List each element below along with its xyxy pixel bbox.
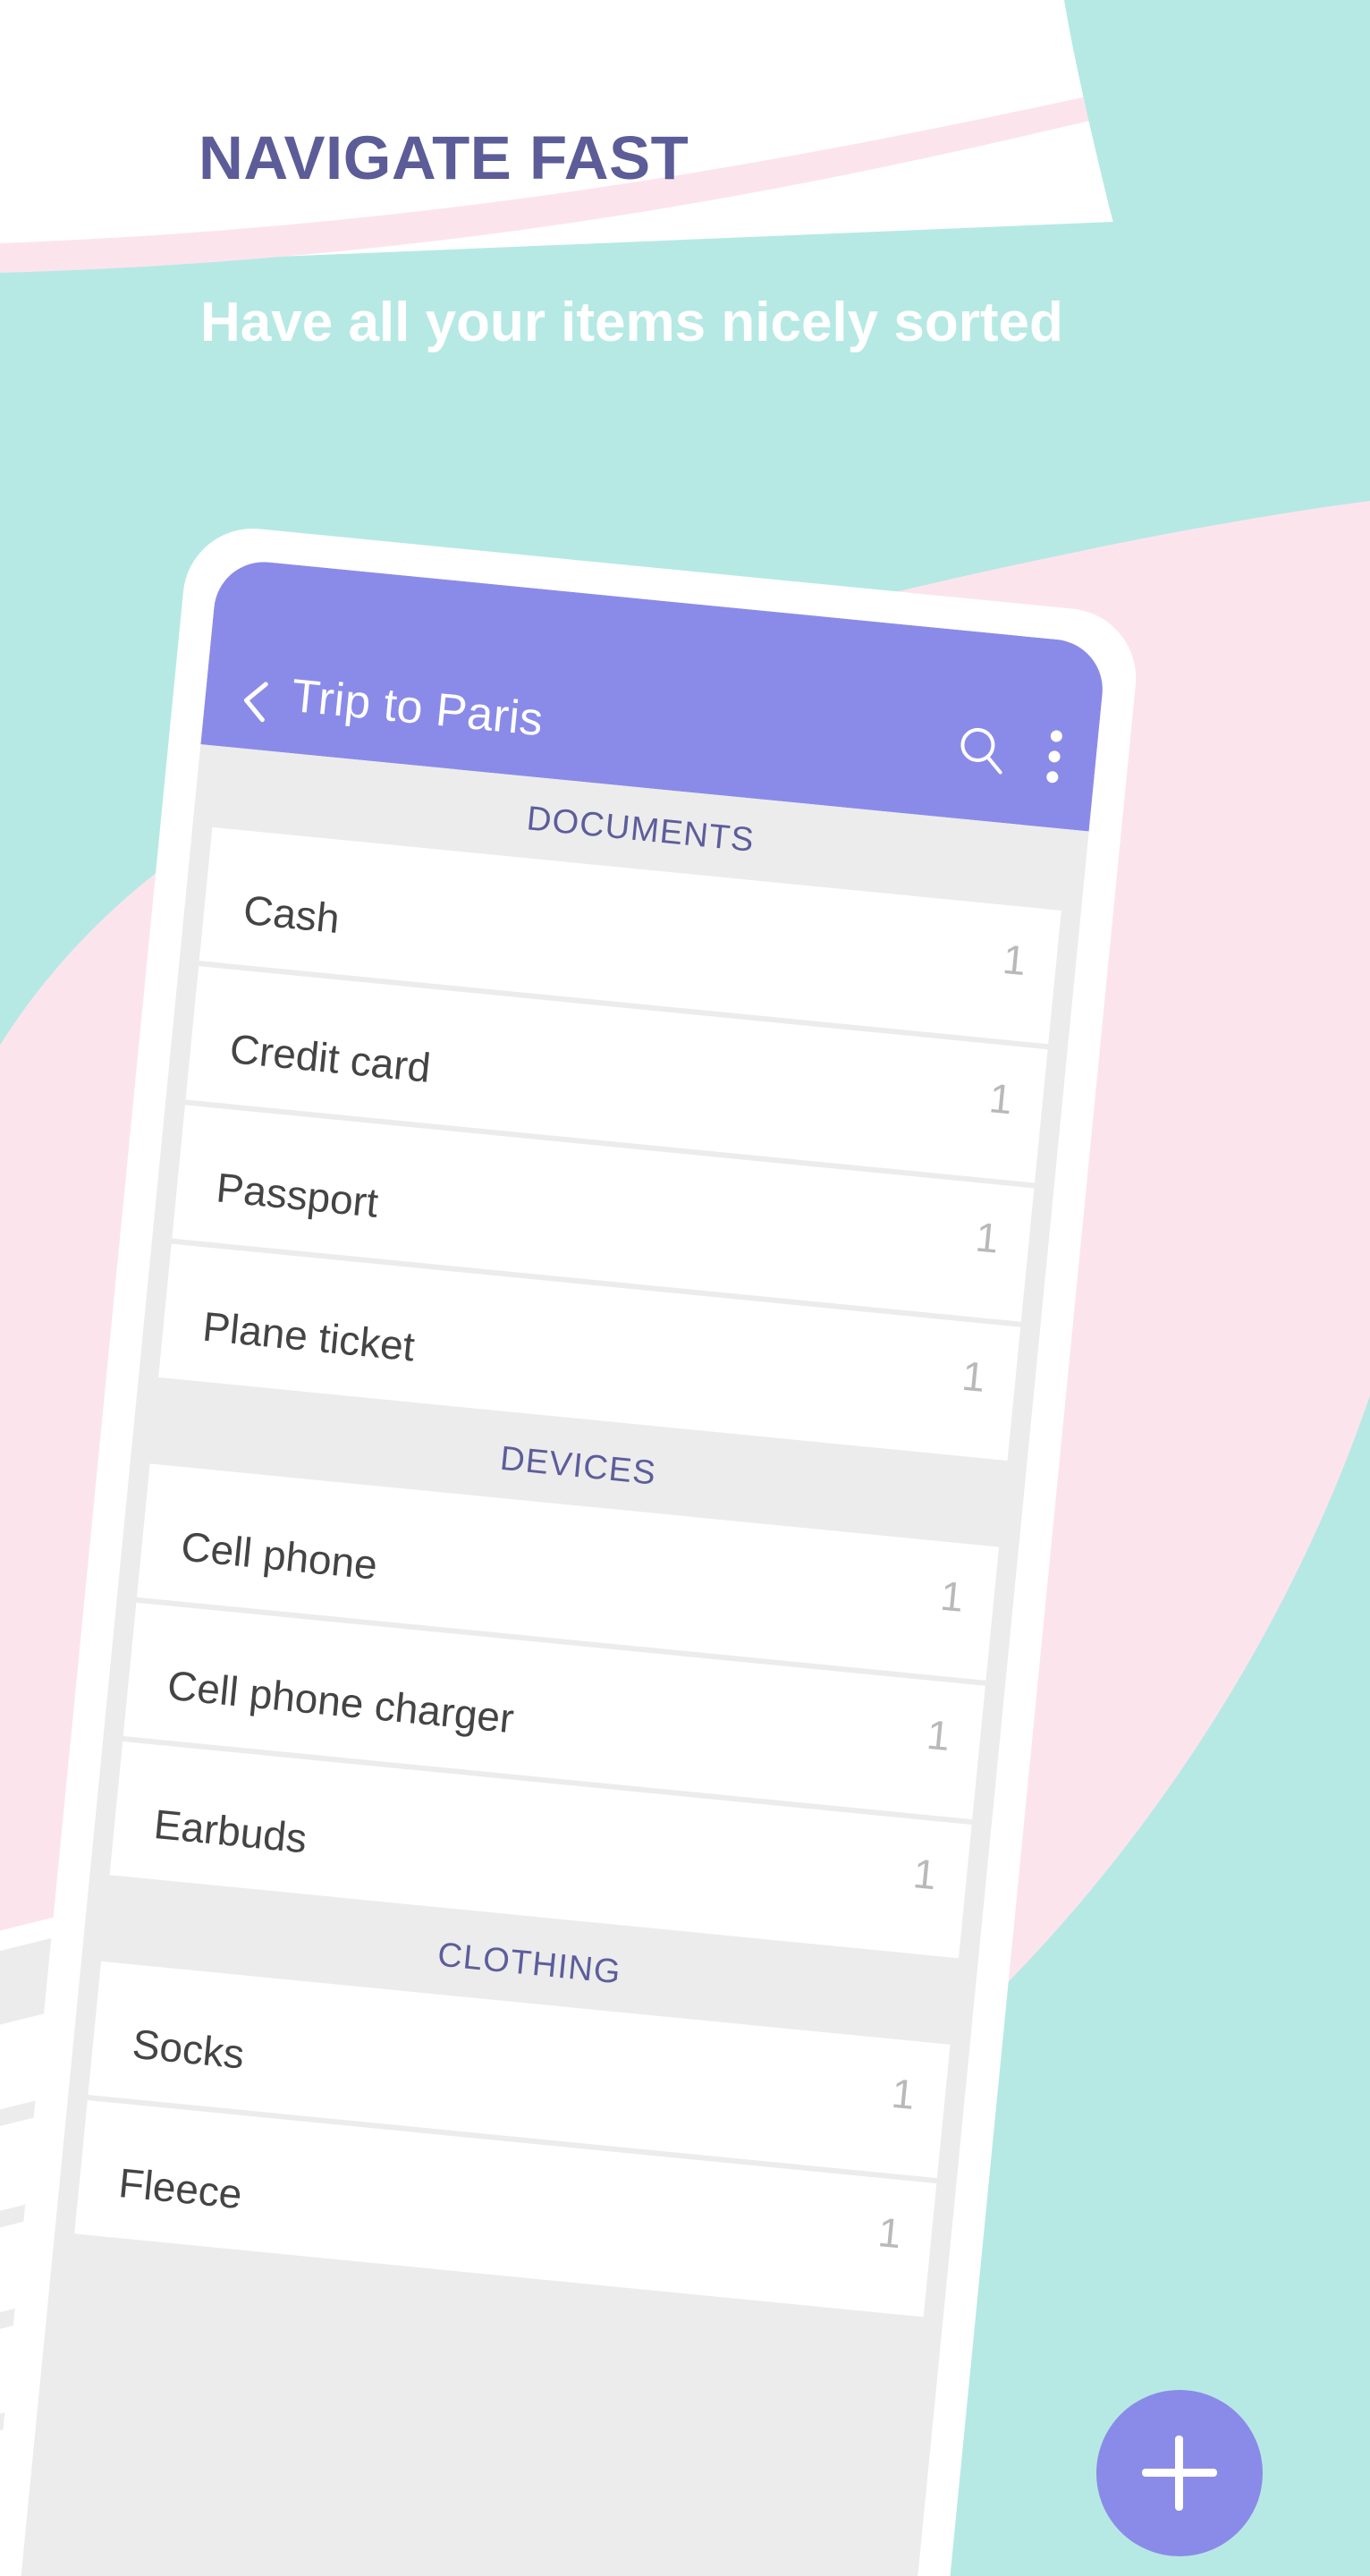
list-item-count: 1 bbox=[889, 2069, 918, 2119]
list-item-count: 1 bbox=[1001, 935, 1028, 985]
kebab-menu-icon[interactable] bbox=[1045, 729, 1063, 784]
chevron-left-icon[interactable] bbox=[234, 676, 279, 723]
kebab-dot bbox=[1047, 750, 1061, 763]
item-list[interactable]: DOCUMENTS Cash 1 Credit card 1 Passport … bbox=[55, 744, 1089, 2319]
list-item-count: 1 bbox=[910, 1850, 939, 1899]
search-icon[interactable] bbox=[953, 721, 1010, 777]
kebab-dot bbox=[1050, 729, 1063, 743]
page-title: NAVIGATE FAST bbox=[199, 123, 689, 192]
promo-screenshot: NAVIGATE FAST Have all your items nicely… bbox=[0, 0, 1370, 2576]
list-item-count: 1 bbox=[986, 1074, 1015, 1123]
list-item-count: 1 bbox=[960, 1352, 988, 1401]
list-item-count: 1 bbox=[875, 2208, 904, 2258]
phone-mockup: Trip to Paris DOCUMENTS Cash 1 Credit ca… bbox=[0, 521, 1143, 2576]
list-item-count: 1 bbox=[925, 1710, 952, 1760]
kebab-dot bbox=[1045, 770, 1059, 784]
add-item-fab[interactable] bbox=[1096, 2390, 1263, 2556]
app-bar-actions bbox=[953, 721, 1063, 784]
list-item-label: Fleece bbox=[116, 2159, 245, 2218]
page-subtitle: Have all your items nicely sorted bbox=[200, 292, 1063, 353]
list-item-count: 1 bbox=[973, 1213, 1002, 1262]
list-item-count: 1 bbox=[938, 1572, 966, 1621]
